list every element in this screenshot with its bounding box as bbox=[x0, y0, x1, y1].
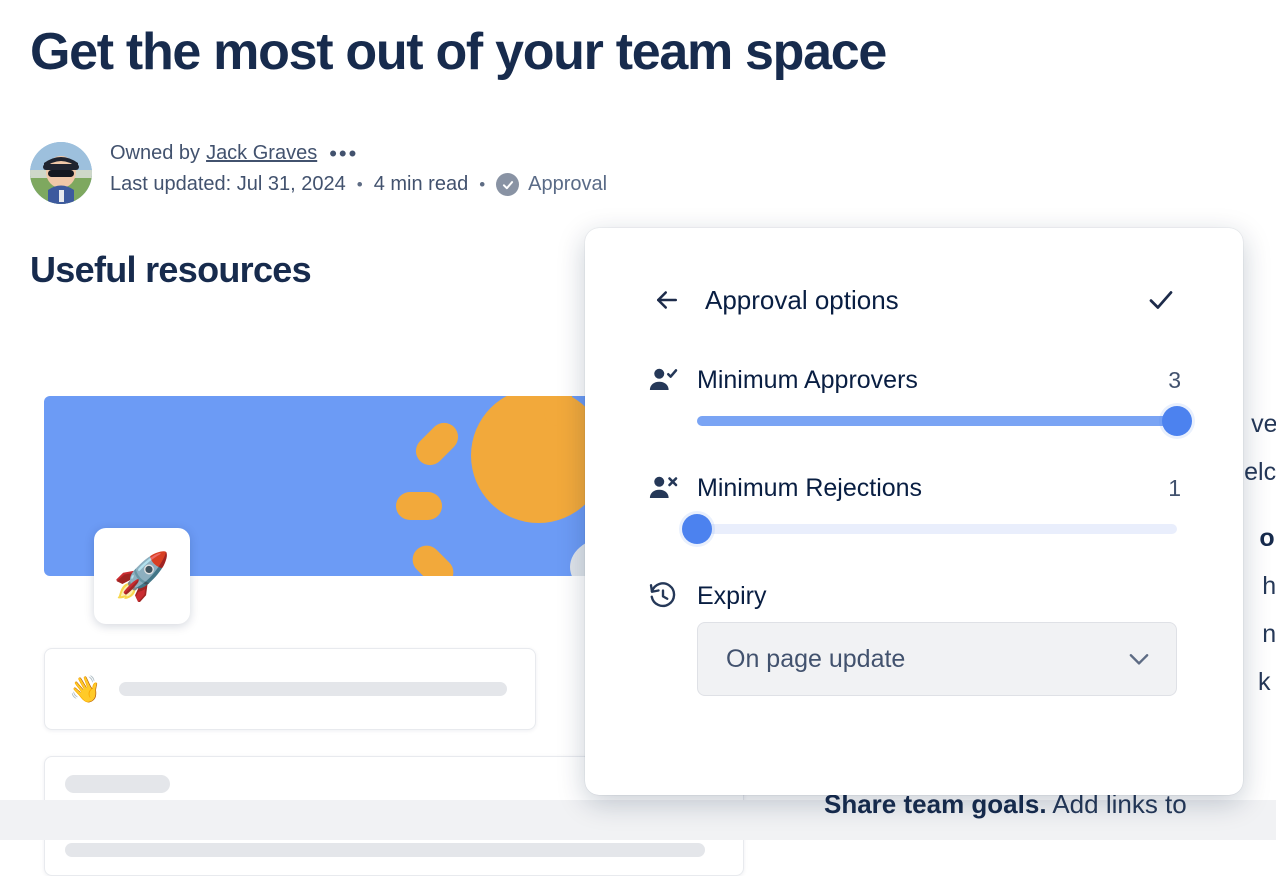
wave-list-item[interactable]: 👋 bbox=[44, 648, 536, 730]
byline-lines: Owned by Jack Graves ••• Last updated: J… bbox=[110, 140, 607, 196]
section-title: Useful resources bbox=[30, 249, 312, 290]
minimum-rejections-value: 1 bbox=[1168, 474, 1181, 501]
separator-dot: • bbox=[479, 174, 486, 194]
byline-owner-row: Owned by Jack Graves ••• bbox=[110, 142, 607, 165]
approval-options-popup: Approval options Minimum Approvers 3 Min… bbox=[585, 228, 1243, 795]
wave-icon: 👋 bbox=[69, 674, 102, 704]
more-actions-button[interactable]: ••• bbox=[329, 142, 358, 164]
read-time-label: 4 min read bbox=[373, 173, 469, 195]
placeholder-bar bbox=[65, 843, 705, 857]
expiry-row: Expiry bbox=[647, 580, 1181, 612]
expiry-label: Expiry bbox=[697, 581, 767, 610]
confirm-check-icon[interactable] bbox=[1141, 280, 1181, 320]
byline: Owned by Jack Graves ••• Last updated: J… bbox=[30, 140, 607, 204]
slider-fill bbox=[697, 416, 1177, 426]
sun-ray bbox=[396, 492, 442, 520]
minimum-approvers-label: Minimum Approvers bbox=[697, 365, 918, 394]
separator-dot: • bbox=[356, 174, 363, 194]
minimum-approvers-value: 3 bbox=[1168, 366, 1181, 393]
popup-header: Approval options bbox=[647, 278, 1181, 322]
placeholder-bar bbox=[65, 775, 170, 793]
status-badge[interactable]: Approval bbox=[496, 173, 607, 196]
chevron-down-icon bbox=[1124, 644, 1154, 674]
placeholder-bar bbox=[119, 682, 508, 696]
minimum-approvers-row: Minimum Approvers 3 bbox=[647, 364, 1181, 396]
expiry-select[interactable]: On page update bbox=[697, 622, 1177, 696]
rocket-icon: 🚀 bbox=[113, 550, 171, 602]
expiry-selected-value: On page update bbox=[726, 644, 906, 673]
byline-meta-row: Last updated: Jul 31, 2024 • 4 min read … bbox=[110, 173, 607, 196]
popup-title: Approval options bbox=[705, 284, 899, 315]
rocket-emoji-tile[interactable]: 🚀 bbox=[94, 528, 190, 624]
owner-link[interactable]: Jack Graves bbox=[206, 142, 317, 165]
minimum-rejections-row: Minimum Rejections 1 bbox=[647, 472, 1181, 504]
minimum-rejections-label: Minimum Rejections bbox=[697, 473, 923, 502]
sun-ray bbox=[406, 539, 460, 576]
avatar-photo bbox=[30, 142, 92, 204]
minimum-approvers-slider[interactable] bbox=[697, 406, 1192, 436]
page-title: Get the most out of your team space bbox=[30, 23, 887, 81]
person-check-icon bbox=[647, 364, 679, 396]
slider-thumb[interactable] bbox=[1162, 406, 1192, 436]
back-arrow-icon[interactable] bbox=[647, 280, 687, 320]
minimum-rejections-slider[interactable] bbox=[682, 514, 1177, 544]
slider-track bbox=[697, 524, 1177, 534]
history-icon bbox=[647, 580, 679, 612]
check-circle-icon bbox=[496, 173, 520, 196]
last-updated-label: Last updated: Jul 31, 2024 bbox=[110, 173, 346, 195]
status-badge-label: Approval bbox=[528, 173, 608, 195]
person-x-icon bbox=[647, 472, 679, 504]
sun-ray bbox=[410, 417, 464, 471]
slider-thumb[interactable] bbox=[682, 514, 712, 544]
owned-by-label: Owned by bbox=[110, 142, 201, 164]
avatar[interactable] bbox=[30, 142, 92, 204]
sun-ray bbox=[544, 396, 572, 426]
